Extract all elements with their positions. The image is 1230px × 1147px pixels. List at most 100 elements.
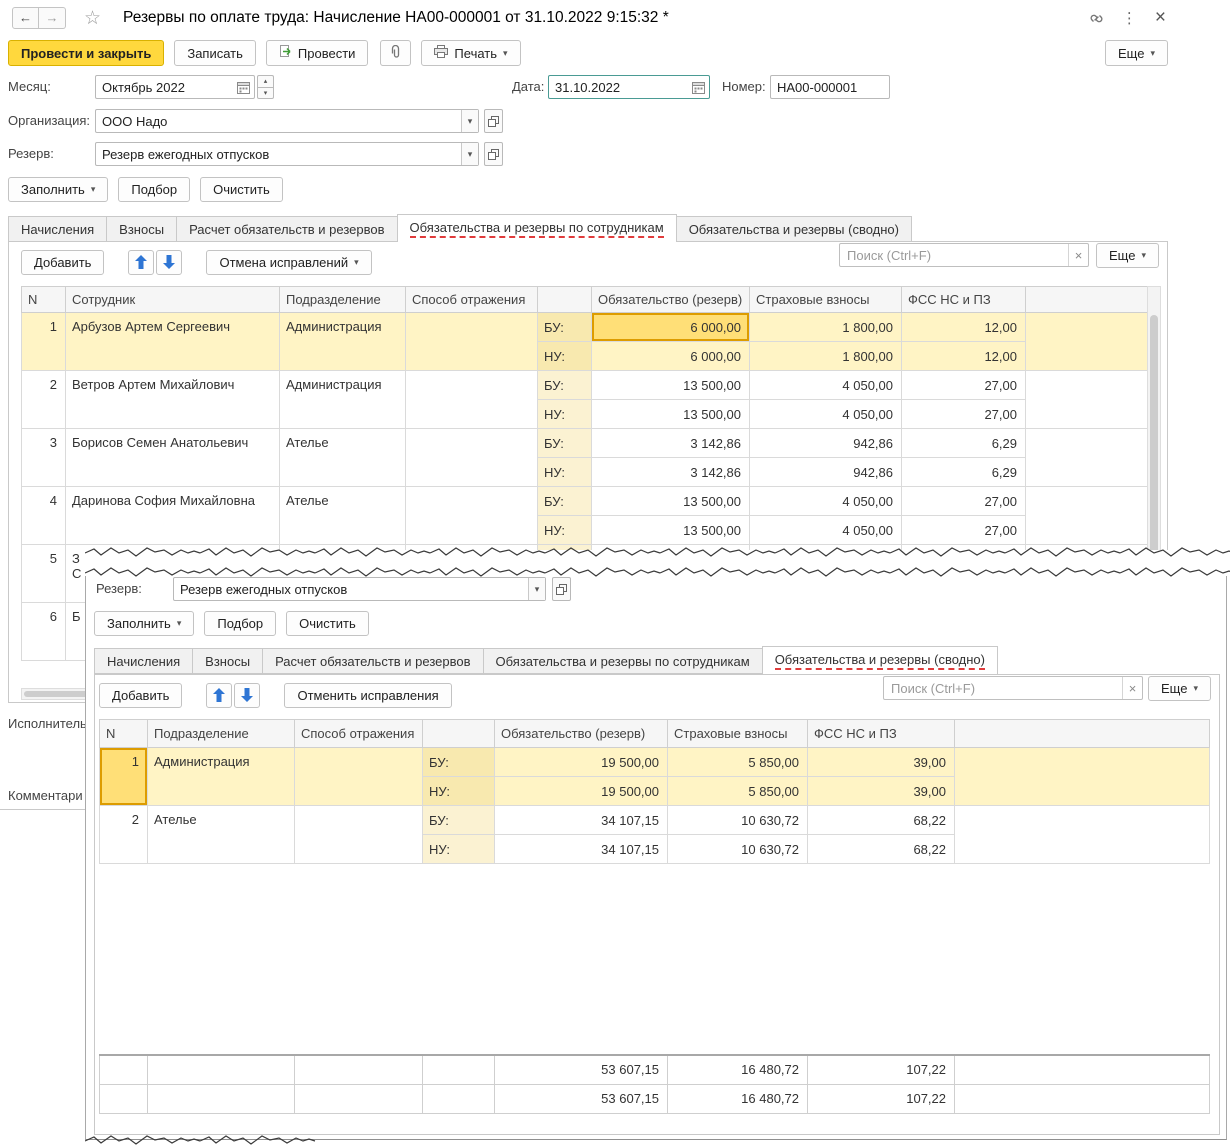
tab-svodno[interactable]: Обязательства и резервы (сводно) <box>761 646 998 674</box>
pick-button[interactable]: Подбор <box>204 611 277 636</box>
move-down-button[interactable] <box>156 249 183 275</box>
calendar-icon[interactable] <box>237 81 254 94</box>
col-insurance[interactable]: Страховые взносы <box>667 719 808 748</box>
undo-corrections-button[interactable]: Отмена исправлений ▾ <box>206 249 372 275</box>
month-field[interactable] <box>95 75 255 99</box>
number-input[interactable] <box>771 79 889 95</box>
pick-button[interactable]: Подбор <box>118 177 191 202</box>
grid-more-button[interactable]: Еще ▾ <box>1148 676 1211 701</box>
clear-button[interactable]: Очистить <box>200 177 283 202</box>
col-n[interactable]: N <box>99 719 148 748</box>
col-fss[interactable]: ФСС НС и ПЗ <box>901 286 1026 313</box>
col-method[interactable]: Способ отражения <box>294 719 423 748</box>
reserve-combo[interactable]: ▾ <box>173 577 546 601</box>
back-button[interactable]: ← <box>12 7 39 29</box>
link-icon[interactable] <box>1089 11 1104 26</box>
reserve-input[interactable] <box>96 146 461 162</box>
search-input[interactable] <box>840 247 1068 263</box>
col-employee[interactable]: Сотрудник <box>65 286 280 313</box>
reserve-label: Резерв: <box>96 581 142 596</box>
reserve-input[interactable] <box>174 581 528 597</box>
favorite-star-icon[interactable]: ☆ <box>84 7 101 30</box>
col-insurance[interactable]: Страховые взносы <box>749 286 902 313</box>
tab-raschet[interactable]: Расчет обязательств и резервов <box>262 648 484 674</box>
clear-search-icon[interactable]: × <box>1122 677 1142 699</box>
organization-combo[interactable]: ▾ <box>95 109 479 133</box>
tab-vznosy[interactable]: Взносы <box>192 648 264 674</box>
search-input[interactable] <box>884 680 1122 696</box>
col-bunu <box>422 719 495 748</box>
move-up-button[interactable] <box>206 682 233 708</box>
clear-button[interactable]: Очистить <box>286 611 369 636</box>
spin-down-icon[interactable]: ▾ <box>257 86 274 99</box>
dropdown-caret-icon[interactable]: ▾ <box>528 578 545 600</box>
tab-svodno[interactable]: Обязательства и резервы (сводно) <box>675 216 912 242</box>
write-button[interactable]: Записать <box>174 40 256 66</box>
forward-button[interactable]: → <box>39 7 66 29</box>
col-fss[interactable]: ФСС НС и ПЗ <box>807 719 955 748</box>
tab-bar: Начисления Взносы Расчет обязательств и … <box>8 214 912 242</box>
col-dept[interactable]: Подразделение <box>279 286 406 313</box>
totals-table: 53 607,15 16 480,72 107,22 53 607,15 16 … <box>99 1054 1210 1114</box>
total-fss: 107,22 <box>807 1083 955 1114</box>
col-method[interactable]: Способ отражения <box>405 286 538 313</box>
tab-raschet[interactable]: Расчет обязательств и резервов <box>176 216 398 242</box>
close-icon[interactable]: × <box>1155 7 1166 29</box>
calendar-icon[interactable] <box>692 81 709 94</box>
tab-po-sotrudnikam[interactable]: Обязательства и резервы по сотрудникам <box>482 648 763 674</box>
add-row-button[interactable]: Добавить <box>99 682 183 708</box>
selected-cell[interactable]: 6 000,00 <box>591 312 750 342</box>
attachments-button[interactable] <box>380 40 412 66</box>
dropdown-caret-icon[interactable]: ▾ <box>461 110 478 132</box>
chevron-down-icon: ▾ <box>354 256 359 267</box>
post-and-close-button[interactable]: Провести и закрыть <box>8 40 165 66</box>
clear-search-icon[interactable]: × <box>1068 244 1088 266</box>
reserve-open-button[interactable] <box>552 577 571 601</box>
tab-nachisleniya[interactable]: Начисления <box>8 216 108 242</box>
spin-up-icon[interactable]: ▴ <box>257 75 274 87</box>
print-button[interactable]: Печать ▾ <box>421 40 521 66</box>
chevron-down-icon: ▾ <box>90 184 96 194</box>
table-row[interactable]: 3 Борисов Семен Анатольевич Ателье БУ: 3… <box>21 428 1148 487</box>
col-liability[interactable]: Обязательство (резерв) <box>494 719 668 748</box>
fill-button[interactable]: Заполнить ▾ <box>8 177 109 202</box>
number-field[interactable] <box>770 75 890 99</box>
month-input[interactable] <box>96 79 237 95</box>
more-menu-icon[interactable]: ⋮ <box>1122 9 1137 27</box>
organization-open-button[interactable] <box>484 109 503 133</box>
col-dept[interactable]: Подразделение <box>147 719 295 748</box>
post-button[interactable]: Провести <box>265 40 369 66</box>
table-row[interactable]: 2 Ателье БУ: 34 107,15 10 630,72 68,22 <box>99 805 1210 864</box>
date-input[interactable] <box>549 79 692 95</box>
more-button[interactable]: Еще ▾ <box>1105 40 1168 66</box>
selected-cell[interactable]: 1 <box>99 747 148 806</box>
search-box[interactable]: × <box>883 676 1143 700</box>
tab-po-sotrudnikam[interactable]: Обязательства и резервы по сотрудникам <box>396 214 677 242</box>
move-up-button[interactable] <box>128 249 155 275</box>
dropdown-caret-icon[interactable]: ▾ <box>461 143 478 165</box>
reserve-combo[interactable]: ▾ <box>95 142 479 166</box>
reserve-open-button[interactable] <box>484 142 503 166</box>
tab-vznosy[interactable]: Взносы <box>106 216 178 242</box>
undo-corrections-button[interactable]: Отменить исправления <box>284 682 452 708</box>
organization-input[interactable] <box>96 113 461 129</box>
move-down-button[interactable] <box>234 682 261 708</box>
table-row[interactable]: 4 Даринова София Михайловна Ателье БУ: 1… <box>21 486 1148 545</box>
table-row[interactable]: 1 Арбузов Артем Сергеевич Администрация … <box>21 312 1148 371</box>
table-row[interactable]: 1 Администрация БУ: 19 500,00 5 850,00 3… <box>99 747 1210 806</box>
chevron-down-icon: ▾ <box>176 618 182 628</box>
scrollbar-thumb[interactable] <box>1150 315 1158 565</box>
header-row: N Подразделение Способ отражения Обязате… <box>99 719 1210 748</box>
tab-nachisleniya[interactable]: Начисления <box>94 648 194 674</box>
add-row-button[interactable]: Добавить <box>21 249 105 275</box>
col-filler <box>1025 286 1148 313</box>
table-row[interactable]: 2 Ветров Артем Михайлович Администрация … <box>21 370 1148 429</box>
col-liability[interactable]: Обязательство (резерв) <box>591 286 750 313</box>
chevron-down-icon: ▾ <box>503 47 508 58</box>
fill-button[interactable]: Заполнить ▾ <box>94 611 195 636</box>
month-stepper[interactable]: ▴ ▾ <box>257 75 274 99</box>
date-field[interactable] <box>548 75 710 99</box>
grid-more-button[interactable]: Еще ▾ <box>1096 243 1159 268</box>
search-box[interactable]: × <box>839 243 1089 267</box>
col-n[interactable]: N <box>21 286 66 313</box>
